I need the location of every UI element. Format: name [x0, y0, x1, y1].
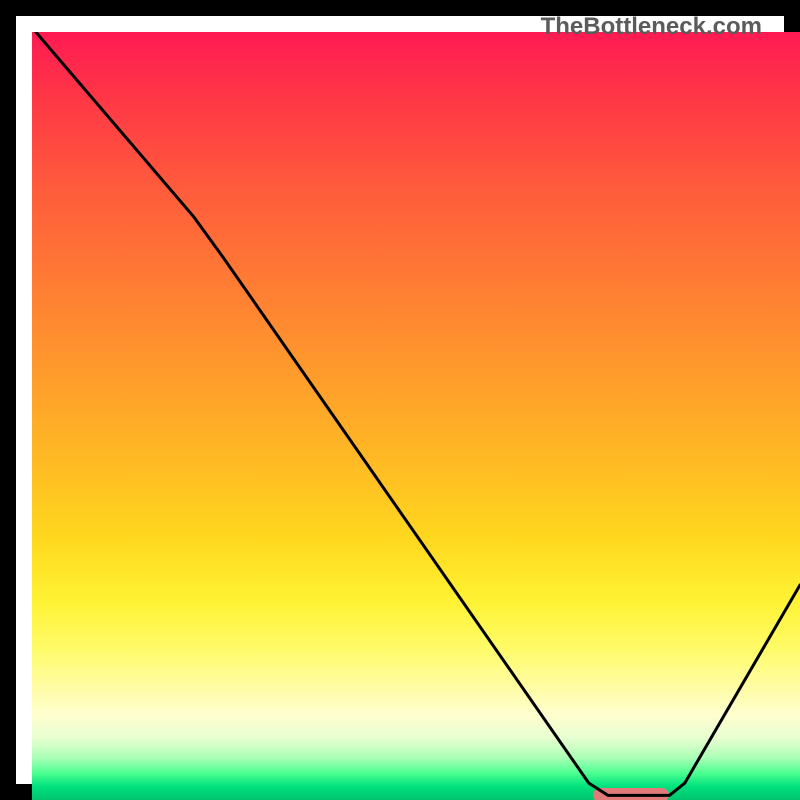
chart-frame: TheBottleneck.com	[0, 0, 800, 800]
watermark-text: TheBottleneck.com	[541, 13, 762, 41]
plot-area	[32, 32, 800, 800]
bottleneck-curve	[32, 32, 800, 800]
